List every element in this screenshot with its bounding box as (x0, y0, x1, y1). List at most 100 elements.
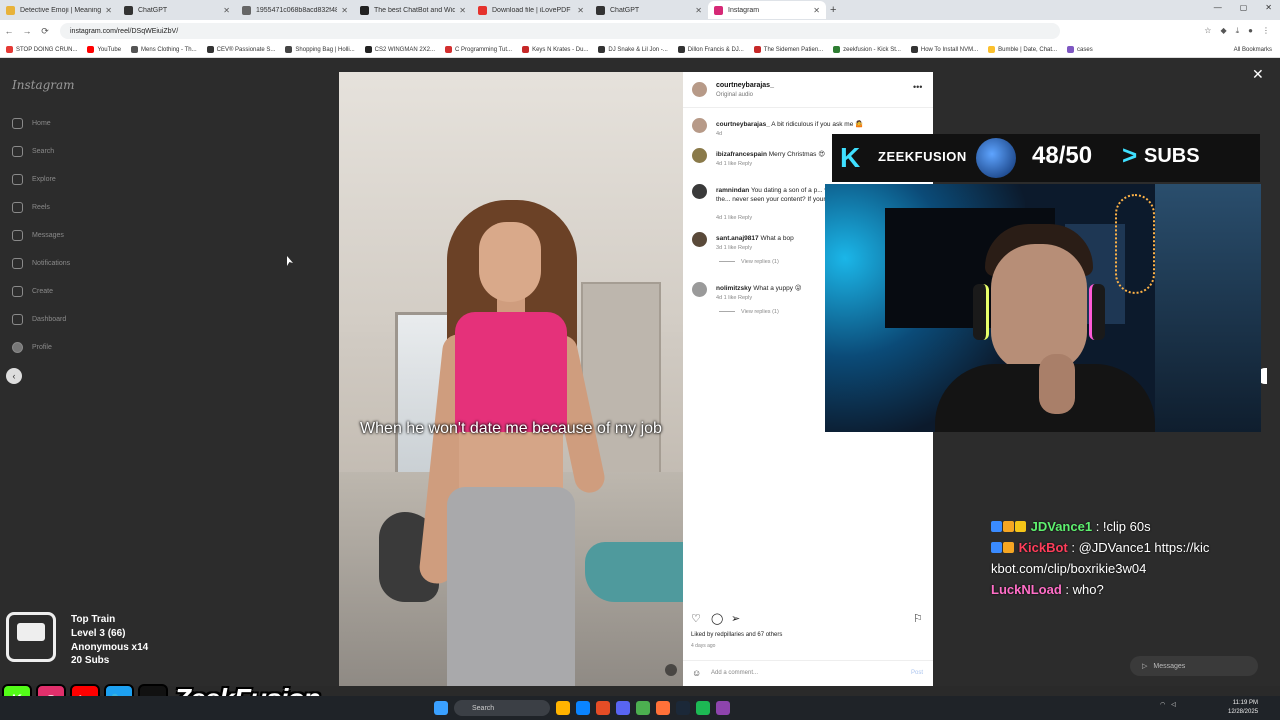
tab-close-icon[interactable]: ✕ (223, 6, 230, 15)
author-avatar[interactable] (692, 82, 707, 97)
menu-icon[interactable]: ⋮ (1262, 26, 1270, 36)
post-button[interactable]: Post (911, 670, 923, 676)
edge-icon[interactable] (576, 701, 590, 715)
volume-icon[interactable]: ◁ (1171, 701, 1176, 708)
bookmark-item[interactable]: The Sidemen Patien... (753, 46, 823, 53)
add-comment-input[interactable]: Add a comment... (711, 670, 758, 676)
url-field[interactable]: instagram.com/reel/DSqWEiuiZbV/ (60, 23, 1060, 39)
store-icon[interactable] (596, 701, 610, 715)
obs-icon[interactable] (716, 701, 730, 715)
tab-close-icon[interactable]: ✕ (813, 6, 820, 15)
bookmark-item[interactable]: Mens Clothing - Th... (131, 46, 197, 53)
comment-avatar[interactable] (692, 232, 707, 247)
nav-item-reels[interactable]: Reels (12, 202, 50, 213)
close-window-icon[interactable]: ✕ (1265, 3, 1272, 12)
comment-username[interactable]: sant.anaj9817 (716, 235, 759, 242)
comment-meta[interactable]: 3d 1 like Reply (716, 245, 752, 251)
reload-icon[interactable]: ⟳ (36, 26, 54, 37)
tab-close-icon[interactable]: ✕ (695, 6, 702, 15)
bookmark-item[interactable]: Shopping Bag | Holli... (285, 46, 355, 53)
taskbar-search[interactable]: Search (454, 700, 550, 716)
more-options-icon[interactable]: ••• (913, 82, 922, 92)
firefox-icon[interactable] (656, 701, 670, 715)
bookmark-item[interactable]: Bumble | Date, Chat... (988, 46, 1057, 53)
bookmark-item[interactable]: C Programming Tut... (445, 46, 512, 53)
instagram-logo[interactable]: Instagram (12, 78, 75, 92)
comment-meta[interactable]: 4d 1 like Reply (716, 161, 752, 167)
bookmark-item[interactable]: How To Install NVM... (910, 46, 978, 53)
nav-item-search[interactable]: Search (12, 146, 54, 157)
browser-tab[interactable]: Instagram ✕ (708, 1, 826, 19)
liked-by[interactable]: Liked by redpillaries and 67 others (691, 632, 782, 638)
new-tab-button[interactable]: + (830, 4, 836, 16)
all-bookmarks[interactable]: All Bookmarks (1234, 47, 1272, 53)
spotify-icon[interactable] (696, 701, 710, 715)
wifi-icon[interactable]: ◠ (1160, 701, 1165, 708)
messages-pill[interactable]: ▷ Messages (1130, 656, 1258, 676)
mute-icon[interactable] (665, 664, 677, 676)
maximize-icon[interactable]: ▢ (1240, 3, 1248, 12)
share-icon[interactable]: ➢ (731, 612, 740, 625)
browser-tab[interactable]: ChatGPT ✕ (118, 1, 236, 19)
nav-item-messages[interactable]: Messages (12, 230, 64, 241)
view-replies-link[interactable]: View replies (1) (719, 259, 779, 265)
profile-icon[interactable]: ● (1248, 26, 1253, 36)
minimize-icon[interactable]: — (1214, 3, 1222, 12)
discord-icon[interactable] (616, 701, 630, 715)
browser-tab[interactable]: Detective Emoji | Meaning ✕ (0, 1, 118, 19)
nav-item-dashboard[interactable]: Dashboard (12, 314, 66, 325)
bookmark-item[interactable]: cases (1067, 46, 1093, 53)
browser-tab[interactable]: The best ChatBot and Widget...✕ (354, 1, 472, 19)
taskbar-clock[interactable]: 11:19 PM 12/28/2025 (1228, 699, 1258, 717)
bookmark-item[interactable]: DJ Snake & Lil Jon -... (598, 46, 668, 53)
tab-close-icon[interactable]: ✕ (577, 6, 584, 15)
comment-meta[interactable]: 4d 1 like Reply (716, 295, 752, 301)
tab-close-icon[interactable]: ✕ (105, 6, 112, 15)
comment-username[interactable]: nolimitzsky (716, 285, 751, 292)
comment-username[interactable]: ramnindan (716, 187, 749, 194)
close-icon[interactable]: ✕ (1252, 66, 1264, 83)
bookmark-item[interactable]: STOP DOING CRUN... (6, 46, 77, 53)
bookmark-item[interactable]: CS2 WINGMAN 2X2... (364, 46, 435, 53)
emoji-icon[interactable]: ☺ (692, 668, 701, 678)
caption-username[interactable]: courtneybarajas_ (716, 121, 770, 128)
bookmark-icon[interactable]: ⚐ (913, 612, 923, 625)
file-explorer-icon[interactable] (556, 701, 570, 715)
view-replies-link[interactable]: View replies (1) (719, 309, 779, 315)
nav-item-notifications[interactable]: Notifications (12, 258, 70, 269)
browser-tab[interactable]: Download file | iLovePDF ✕ (472, 1, 590, 19)
caption-avatar[interactable] (692, 118, 707, 133)
nav-item-profile[interactable]: Profile (12, 342, 52, 353)
comment-avatar[interactable] (692, 148, 707, 163)
post-author[interactable]: courtneybarajas_ (716, 82, 774, 89)
forward-arrow-icon[interactable]: → (18, 26, 36, 36)
post-audio[interactable]: Original audio (716, 92, 753, 98)
bookmark-item[interactable]: YouTube (87, 46, 121, 53)
chrome-icon[interactable] (636, 701, 650, 715)
nav-item-home[interactable]: Home (12, 118, 51, 129)
nav-item-create[interactable]: Create (12, 286, 53, 297)
comment-avatar[interactable] (692, 282, 707, 297)
previous-arrow-icon[interactable]: ‹ (6, 368, 22, 384)
extension-icon[interactable]: ◆ (1220, 26, 1226, 36)
comment-avatar[interactable] (692, 184, 707, 199)
comment-username[interactable]: ibizafrancespain (716, 151, 767, 158)
browser-tab[interactable]: ChatGPT ✕ (590, 1, 708, 19)
windows-start-icon[interactable] (434, 701, 448, 715)
heart-icon[interactable]: ♡ (691, 612, 701, 625)
bookmark-item[interactable]: Keys N Krates - Du... (522, 46, 588, 53)
star-icon[interactable]: ☆ (1204, 26, 1211, 36)
browser-tab[interactable]: 1955471c068b8acd832f48702...✕ (236, 1, 354, 19)
reel-video[interactable]: When he won't date me because of my job (339, 72, 683, 686)
nav-item-explore[interactable]: Explore (12, 174, 56, 185)
download-icon[interactable]: ⤓ (1236, 26, 1240, 36)
back-arrow-icon[interactable]: ← (0, 26, 18, 36)
bookmark-item[interactable]: zeekfusion - Kick St... (833, 46, 901, 53)
comment-icon[interactable]: ◯ (711, 612, 723, 625)
comment-meta[interactable]: 4d 1 like Reply (716, 215, 752, 221)
tab-close-icon[interactable]: ✕ (459, 6, 466, 15)
bookmark-item[interactable]: CEV® Passionate S... (206, 46, 275, 53)
steam-icon[interactable] (676, 701, 690, 715)
tab-close-icon[interactable]: ✕ (341, 6, 348, 15)
bookmark-item[interactable]: Dillon Francis & DJ... (677, 46, 744, 53)
